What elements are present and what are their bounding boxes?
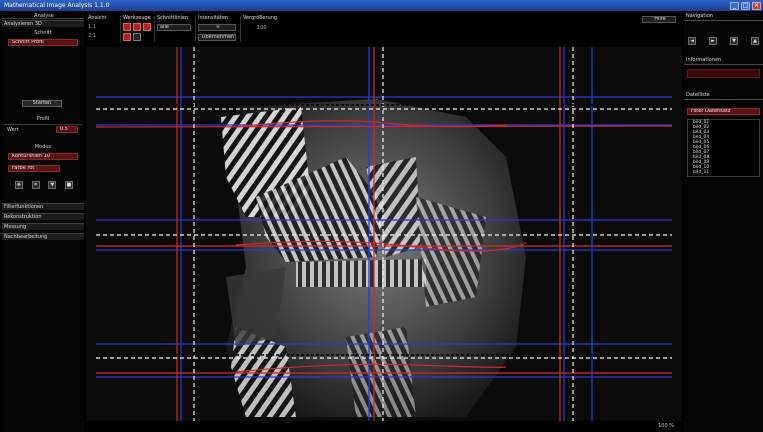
pointer-icon[interactable]: [123, 23, 131, 31]
up-icon[interactable]: ▲: [751, 37, 759, 45]
apply-button[interactable]: Übernehmen: [198, 34, 236, 41]
nav-title: Navigation: [684, 13, 763, 21]
view-zoom-2[interactable]: 2:1: [88, 33, 118, 39]
divider: [154, 16, 155, 42]
section-header[interactable]: Analysieren 3D: [2, 20, 84, 27]
title-bar: Mathematical Image Analysis 1.1.0 _ □ ×: [0, 0, 763, 11]
divider: [240, 16, 241, 42]
value-label: Wert: [7, 127, 19, 133]
search-field[interactable]: Filter Datensatz: [687, 108, 760, 115]
tools-group: Werkzeuge: [123, 15, 153, 41]
minimize-button[interactable]: _: [730, 1, 739, 10]
maximize-button[interactable]: □: [741, 1, 750, 10]
zoom-value[interactable]: 100: [243, 25, 287, 31]
close-button[interactable]: ×: [752, 1, 761, 10]
cutlines-group: Schnittlinien alle: [157, 15, 193, 31]
section-reconstruction[interactable]: Rekonstruktion: [2, 213, 84, 220]
tools-row-2: [123, 33, 153, 41]
section-filter[interactable]: Filterfunktionen: [2, 203, 84, 210]
divider: [4, 124, 82, 125]
window-title: Mathematical Image Analysis 1.1.0: [4, 2, 110, 9]
divider: [195, 16, 196, 42]
tool-icons: ✥ ⌗ ▼ ■: [15, 181, 73, 189]
view-label: Ansicht: [88, 15, 107, 21]
crop-icon[interactable]: ⌗: [31, 181, 40, 189]
left-panel-title: Analyse: [2, 13, 84, 19]
value-input[interactable]: 0.5: [56, 126, 78, 133]
left-panel: Analyse Analysieren 3D Schnitt Schnitt P…: [2, 13, 84, 432]
intensity-group: Intensitäten 0 Übernehmen: [198, 15, 238, 41]
mode-label: Modus: [34, 144, 52, 150]
zoom-status: 100 %: [658, 423, 674, 429]
line-icon[interactable]: [133, 23, 141, 31]
profile-label: Profil: [36, 116, 50, 122]
rect-icon[interactable]: [143, 23, 151, 31]
section-postprocessing[interactable]: Nachbearbeitung: [2, 233, 84, 240]
cutlines-select[interactable]: alle: [157, 24, 191, 31]
color-select[interactable]: Farbe rot: [8, 165, 60, 172]
zoom-group: Vergrößerung 100: [243, 15, 287, 31]
cutlines-label: Schnittlinien: [157, 15, 189, 21]
erase-icon[interactable]: [133, 33, 141, 41]
divider: [120, 16, 121, 42]
help-button[interactable]: Hilfe: [642, 16, 676, 23]
object-field[interactable]: Schnitt Profil: [8, 39, 78, 46]
prev-icon[interactable]: ◄: [688, 37, 696, 45]
marker-icon[interactable]: [123, 33, 131, 41]
intensity-label: Intensitäten: [198, 15, 229, 21]
move-icon[interactable]: ✥: [15, 181, 23, 189]
tools-label: Werkzeuge: [123, 15, 151, 21]
collapsed-sections: Filterfunktionen Rekonstruktion Messung …: [2, 203, 84, 240]
intensity-input[interactable]: 0: [198, 24, 236, 31]
mode-select[interactable]: Konturlinien 10: [8, 153, 78, 160]
status-bar: 100 %: [86, 421, 682, 432]
right-panel: Navigation ◄ ► ▼ ▲ Informationen Dateili…: [684, 13, 763, 432]
nav-buttons: ◄ ► ▼ ▲: [684, 37, 763, 45]
section-measurement[interactable]: Messung: [2, 223, 84, 230]
image-viewer[interactable]: [86, 47, 682, 421]
view-zoom-1[interactable]: 1:1: [88, 24, 118, 30]
view-group: Ansicht 1:1 2:1: [88, 15, 118, 39]
toolbar: Ansicht 1:1 2:1 Werkzeuge Schnittlinien …: [86, 13, 682, 47]
list-item[interactable]: bild_11: [688, 170, 759, 175]
info-box: [687, 69, 760, 78]
slice-image[interactable]: [86, 47, 682, 421]
down-icon[interactable]: ▼: [730, 37, 738, 45]
save-icon[interactable]: ■: [64, 181, 73, 189]
sub-label: Schnitt: [34, 30, 52, 36]
start-button[interactable]: Starten: [22, 100, 62, 107]
list-title: Dateiliste: [684, 92, 763, 100]
zoom-label: Vergrößerung: [243, 15, 278, 21]
info-title: Informationen: [684, 57, 763, 65]
next-icon[interactable]: ►: [709, 37, 717, 45]
tools-row-1: [123, 23, 153, 31]
file-list[interactable]: bild_01 bild_02 bild_03 bild_04 bild_05 …: [687, 119, 760, 177]
filter-icon[interactable]: ▼: [48, 181, 57, 189]
